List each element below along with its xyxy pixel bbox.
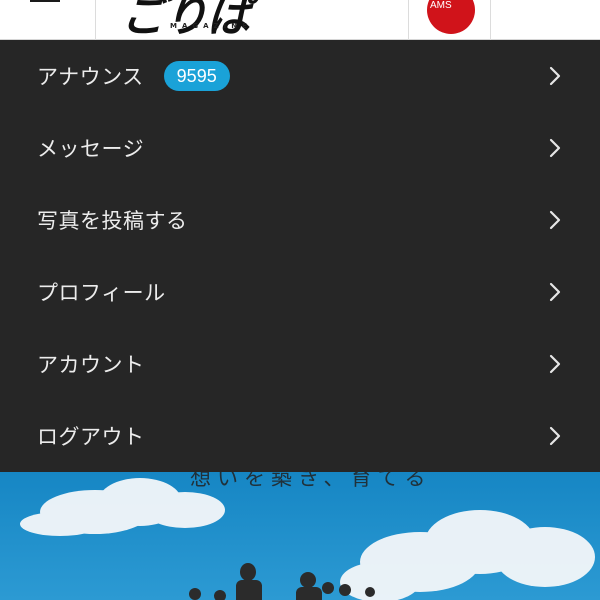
brand-badge[interactable]: AMS [427,0,475,34]
hamburger-icon [30,0,60,2]
menu-item-label: アカウント [37,353,145,377]
menu-item-label: プロフィール [37,281,166,305]
chevron-right-icon [549,138,561,158]
divider [95,0,96,40]
chevron-right-icon [549,426,561,446]
divider [490,0,491,40]
menu-item-profile[interactable]: プロフィール [0,256,600,328]
hamburger-menu-button[interactable] [22,0,70,40]
hero-photo: 想いを築き、育てる [0,472,600,600]
menu-item-label: メッセージ [37,137,145,161]
logo-subtitle: MAGAZINE [170,22,252,30]
hero-caption: 想いを築き、育てる [190,472,432,490]
chevron-right-icon [549,210,561,230]
divider [408,0,409,40]
site-logo[interactable]: ごりぱ MAGAZINE [115,0,285,42]
menu-item-label: アナウンス [37,65,144,89]
menu-item-label: 写真を投稿する [37,209,188,233]
chevron-right-icon [549,282,561,302]
account-menu: アナウンス 9595 メッセージ 写真を投稿する プロフィール アカウント ログ… [0,40,600,472]
top-header: ごりぱ MAGAZINE AMS [0,0,600,42]
menu-item-account[interactable]: アカウント [0,328,600,400]
menu-item-announcements[interactable]: アナウンス 9595 [0,40,600,112]
chevron-right-icon [549,66,561,86]
unread-count-badge: 9595 [163,61,230,91]
chevron-right-icon [549,354,561,374]
menu-item-logout[interactable]: ログアウト [0,400,600,472]
brand-badge-text: AMS [430,0,452,11]
menu-item-messages[interactable]: メッセージ [0,112,600,184]
menu-item-post-photo[interactable]: 写真を投稿する [0,184,600,256]
menu-item-label: ログアウト [37,425,145,449]
